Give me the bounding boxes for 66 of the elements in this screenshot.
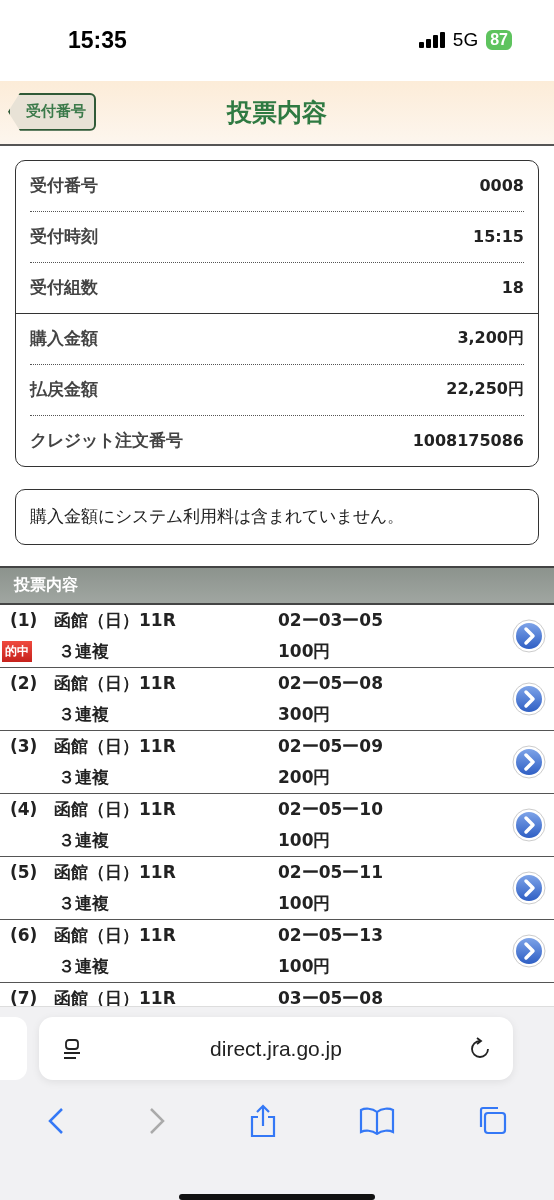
field-value: 3,200円: [457, 328, 524, 350]
bet-type: ３連複: [57, 639, 110, 663]
field-label: 受付時刻: [30, 225, 98, 249]
chevron-right-icon[interactable]: [512, 870, 546, 905]
bet-type: ３連複: [57, 891, 110, 915]
field-label: クレジット注文番号: [30, 429, 183, 453]
bet-amount: 100円: [278, 639, 332, 663]
bet-amount: 100円: [278, 891, 332, 915]
bet-amount: 200円: [278, 765, 332, 789]
chevron-right-icon[interactable]: [512, 681, 546, 716]
race-name: 函館（日）11R: [54, 671, 177, 695]
network-label: 5G: [452, 29, 479, 52]
race-name: 函館（日）11R: [54, 608, 177, 632]
battery-level: 87: [486, 30, 512, 51]
chevron-right-icon[interactable]: [512, 744, 546, 779]
hit-badge: 的中: [2, 640, 32, 662]
bet-type: ３連複: [57, 954, 110, 978]
race-name: 函館（日）11R: [54, 860, 177, 884]
race-name: 函館（日）11R: [54, 923, 177, 947]
field-label: 受付番号: [30, 174, 98, 198]
bet-combination: 02ー05ー10: [278, 797, 384, 821]
address-bar[interactable]: direct.jra.go.jp: [39, 1017, 513, 1080]
field-value: 18: [501, 278, 524, 298]
bet-combination: 02ー05ー08: [278, 671, 384, 695]
field-value: 15:15: [473, 227, 524, 247]
book-icon[interactable]: [358, 1107, 395, 1135]
chevron-right-icon[interactable]: [512, 933, 546, 968]
field-label: 購入金額: [30, 327, 98, 351]
field-label: 受付組数: [30, 276, 98, 300]
chevron-right-icon[interactable]: [512, 807, 546, 842]
bet-type: ３連複: [57, 702, 110, 726]
signal-icon: [418, 32, 445, 49]
field-value: 22,250円: [446, 379, 524, 401]
clock: 15:35: [68, 26, 127, 54]
back-button[interactable]: 受付番号: [8, 92, 96, 131]
bet-number: (4): [10, 799, 39, 820]
chevron-right-icon[interactable]: [512, 618, 546, 653]
url-text: direct.jra.go.jp: [210, 1036, 342, 1061]
reload-icon[interactable]: [469, 1036, 491, 1061]
page-title: 投票内容: [227, 96, 327, 129]
race-name: 函館（日）11R: [54, 734, 177, 758]
note-text: 購入金額にシステム利用料は含まれていません。: [30, 506, 404, 526]
bet-amount: 100円: [278, 954, 332, 978]
bet-number: (3): [10, 736, 39, 757]
bet-number: (2): [10, 673, 39, 694]
share-icon[interactable]: [248, 1104, 278, 1138]
field-label: 払戻金額: [30, 378, 98, 402]
bet-amount: 100円: [278, 828, 332, 852]
bet-number: (5): [10, 862, 39, 883]
bet-amount: 300円: [278, 702, 332, 726]
race-name: 函館（日）11R: [54, 986, 177, 1006]
bet-number: (6): [10, 925, 39, 946]
bet-combination: 03ー05ー08: [278, 986, 384, 1006]
reader-icon[interactable]: [61, 1037, 83, 1060]
field-value: 0008: [479, 176, 524, 196]
bet-combination: 02ー05ー11: [278, 860, 384, 884]
field-value: 1008175086: [412, 431, 524, 451]
bet-combination: 02ー05ー13: [278, 923, 384, 947]
bet-type: ３連複: [57, 765, 110, 789]
bet-number: (1): [10, 610, 39, 631]
bet-combination: 02ー03ー05: [278, 608, 384, 632]
section-header: 投票内容: [0, 567, 554, 605]
bet-type: ３連複: [57, 828, 110, 852]
bet-combination: 02ー05ー09: [278, 734, 384, 758]
race-name: 函館（日）11R: [54, 797, 177, 821]
bet-number: (7): [10, 988, 39, 1006]
